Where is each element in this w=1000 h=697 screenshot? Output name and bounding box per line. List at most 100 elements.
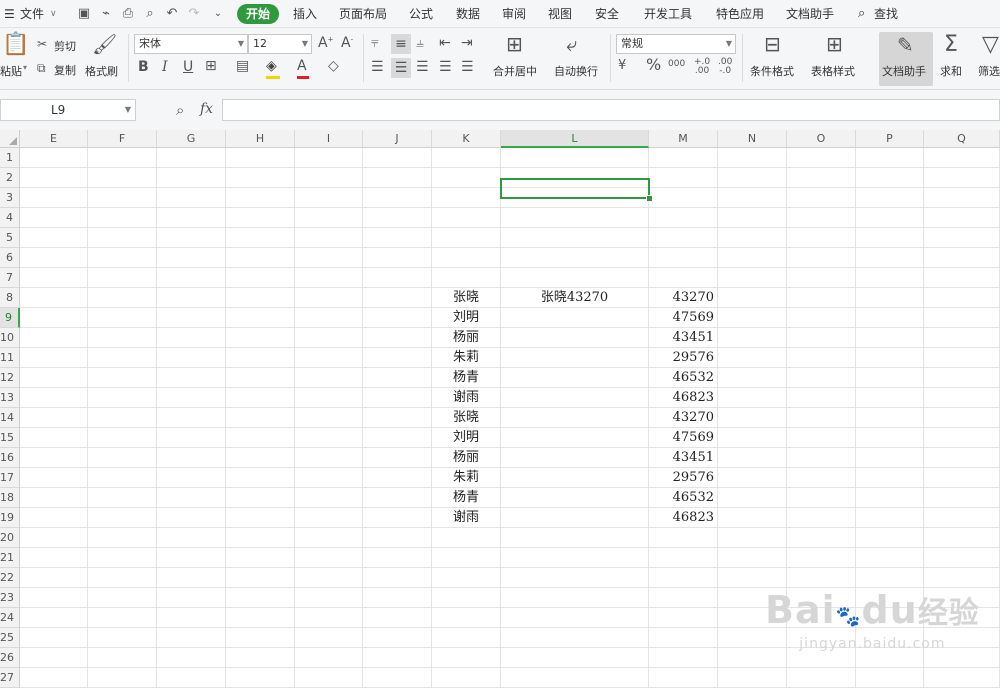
cell-k5[interactable] (432, 228, 501, 248)
cell-e7[interactable] (20, 268, 88, 288)
column-header-m[interactable]: M (649, 130, 718, 148)
cell-q3[interactable] (924, 188, 1000, 208)
cell-i2[interactable] (295, 168, 363, 188)
redo-icon[interactable]: ↷ (186, 6, 202, 22)
cell-j18[interactable] (363, 488, 432, 508)
cell-p21[interactable] (856, 548, 924, 568)
cell-l25[interactable] (501, 628, 649, 648)
cell-i3[interactable] (295, 188, 363, 208)
cell-m9[interactable]: 47569 (649, 308, 718, 328)
cell-m3[interactable] (649, 188, 718, 208)
column-header-o[interactable]: O (787, 130, 856, 148)
cell-p8[interactable] (856, 288, 924, 308)
cell-g26[interactable] (157, 648, 226, 668)
cell-q15[interactable] (924, 428, 1000, 448)
cell-f16[interactable] (88, 448, 157, 468)
cell-m10[interactable]: 43451 (649, 328, 718, 348)
cell-o3[interactable] (787, 188, 856, 208)
cell-p19[interactable] (856, 508, 924, 528)
cell-l19[interactable] (501, 508, 649, 528)
cell-n11[interactable] (718, 348, 787, 368)
cell-p3[interactable] (856, 188, 924, 208)
customize-toolbar-icon[interactable]: ⌄ (210, 6, 226, 22)
cell-i23[interactable] (295, 588, 363, 608)
cell-f3[interactable] (88, 188, 157, 208)
cell-n20[interactable] (718, 528, 787, 548)
cell-o2[interactable] (787, 168, 856, 188)
cell-l23[interactable] (501, 588, 649, 608)
cell-f6[interactable] (88, 248, 157, 268)
format-painter-icon[interactable]: 🖌 (92, 34, 117, 54)
cell-p14[interactable] (856, 408, 924, 428)
cell-f20[interactable] (88, 528, 157, 548)
cell-f10[interactable] (88, 328, 157, 348)
cell-q17[interactable] (924, 468, 1000, 488)
cell-q13[interactable] (924, 388, 1000, 408)
cell-m19[interactable]: 46823 (649, 508, 718, 528)
cell-e17[interactable] (20, 468, 88, 488)
cell-o5[interactable] (787, 228, 856, 248)
cell-i24[interactable] (295, 608, 363, 628)
cell-f4[interactable] (88, 208, 157, 228)
cell-f1[interactable] (88, 148, 157, 168)
cell-j21[interactable] (363, 548, 432, 568)
cell-q4[interactable] (924, 208, 1000, 228)
cell-i26[interactable] (295, 648, 363, 668)
sum-icon[interactable]: Σ (944, 34, 958, 56)
select-all-corner[interactable] (0, 130, 20, 148)
cell-p27[interactable] (856, 668, 924, 688)
align-bottom-icon[interactable]: ⫨ (416, 36, 424, 50)
cell-g8[interactable] (157, 288, 226, 308)
cell-p18[interactable] (856, 488, 924, 508)
cell-g27[interactable] (157, 668, 226, 688)
cell-q18[interactable] (924, 488, 1000, 508)
cell-n9[interactable] (718, 308, 787, 328)
cell-j13[interactable] (363, 388, 432, 408)
paste-button-label[interactable]: 粘贴 (0, 63, 22, 79)
cell-g3[interactable] (157, 188, 226, 208)
row-header-19[interactable]: 19 (0, 508, 20, 528)
cell-i27[interactable] (295, 668, 363, 688)
cell-g6[interactable] (157, 248, 226, 268)
row-header-3[interactable]: 3 (0, 188, 20, 208)
cell-o6[interactable] (787, 248, 856, 268)
cell-m14[interactable]: 43270 (649, 408, 718, 428)
cell-n15[interactable] (718, 428, 787, 448)
cell-m15[interactable]: 47569 (649, 428, 718, 448)
cell-m11[interactable]: 29576 (649, 348, 718, 368)
cell-j9[interactable] (363, 308, 432, 328)
cell-o22[interactable] (787, 568, 856, 588)
cell-n2[interactable] (718, 168, 787, 188)
cell-q2[interactable] (924, 168, 1000, 188)
copy-icon[interactable]: ⧉ (37, 62, 46, 74)
search-label[interactable]: 查找 (874, 0, 898, 28)
cell-g14[interactable] (157, 408, 226, 428)
cell-h24[interactable] (226, 608, 295, 628)
cell-h7[interactable] (226, 268, 295, 288)
copy-button[interactable]: 复制 (54, 62, 76, 78)
column-header-n[interactable]: N (718, 130, 787, 148)
cell-p9[interactable] (856, 308, 924, 328)
underline-button[interactable]: U (183, 60, 193, 74)
formula-input[interactable] (222, 99, 1000, 121)
cell-h25[interactable] (226, 628, 295, 648)
cell-h20[interactable] (226, 528, 295, 548)
cell-q22[interactable] (924, 568, 1000, 588)
cell-e20[interactable] (20, 528, 88, 548)
cell-l16[interactable] (501, 448, 649, 468)
cell-j24[interactable] (363, 608, 432, 628)
cell-m22[interactable] (649, 568, 718, 588)
merge-center-icon[interactable]: ⊞ (506, 34, 523, 54)
justify-icon[interactable]: ☰ (439, 60, 452, 74)
italic-button[interactable]: I (162, 60, 168, 74)
cell-f25[interactable] (88, 628, 157, 648)
cell-f23[interactable] (88, 588, 157, 608)
tab-formulas[interactable]: 公式 (409, 0, 433, 28)
cell-k24[interactable] (432, 608, 501, 628)
cell-n27[interactable] (718, 668, 787, 688)
wrap-text-button[interactable]: 自动换行 (554, 63, 598, 79)
cell-h19[interactable] (226, 508, 295, 528)
cell-m16[interactable]: 43451 (649, 448, 718, 468)
row-header-22[interactable]: 22 (0, 568, 20, 588)
cell-m12[interactable]: 46532 (649, 368, 718, 388)
